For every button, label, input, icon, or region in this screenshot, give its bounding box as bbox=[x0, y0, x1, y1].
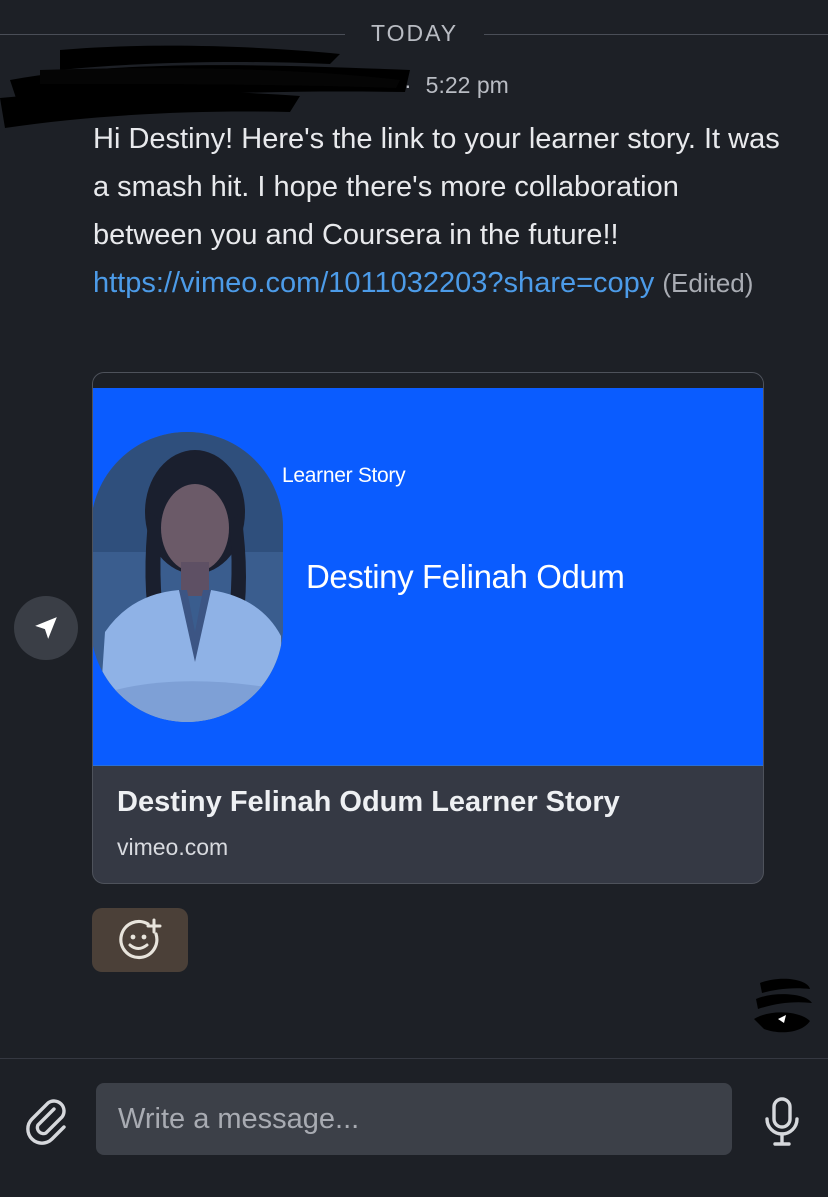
link-preview-card[interactable]: Learner Story Destiny Felinah Odum Desti… bbox=[92, 372, 764, 884]
preview-title[interactable]: Destiny Felinah Odum Learner Story bbox=[117, 784, 739, 820]
add-reaction-icon bbox=[119, 918, 162, 960]
preview-domain: vimeo.com bbox=[117, 834, 229, 860]
share-button[interactable] bbox=[14, 596, 78, 660]
edited-label: (Edited) bbox=[662, 268, 754, 298]
message-text: Hi Destiny! Here's the link to your lear… bbox=[93, 123, 780, 251]
send-arrow-icon bbox=[35, 617, 57, 639]
preview-meta: Destiny Felinah Odum Learner Story vimeo… bbox=[93, 766, 763, 883]
timestamp-text: 5:22 pm bbox=[425, 72, 509, 98]
timestamp-separator: · bbox=[404, 72, 412, 98]
redacted-avatar bbox=[754, 978, 812, 1033]
microphone-icon[interactable] bbox=[762, 1097, 802, 1147]
thumbnail-name: Destiny Felinah Odum bbox=[306, 558, 625, 595]
thumbnail-kicker: Learner Story bbox=[282, 464, 406, 487]
message-timestamp: · 5:22 pm bbox=[404, 72, 509, 99]
divider-line-left bbox=[0, 34, 345, 35]
add-reaction-button[interactable] bbox=[92, 908, 188, 972]
message-input[interactable] bbox=[96, 1083, 732, 1155]
card-top-strip bbox=[93, 373, 763, 388]
message-composer bbox=[0, 1058, 828, 1197]
paperclip-icon[interactable] bbox=[24, 1097, 72, 1145]
person-photo bbox=[93, 432, 283, 722]
preview-thumbnail[interactable]: Learner Story Destiny Felinah Odum bbox=[93, 388, 763, 766]
divider-line-right bbox=[484, 34, 828, 35]
message-link[interactable]: https://vimeo.com/1011032203?share=copy bbox=[93, 267, 654, 299]
message-body: Hi Destiny! Here's the link to your lear… bbox=[93, 115, 783, 307]
